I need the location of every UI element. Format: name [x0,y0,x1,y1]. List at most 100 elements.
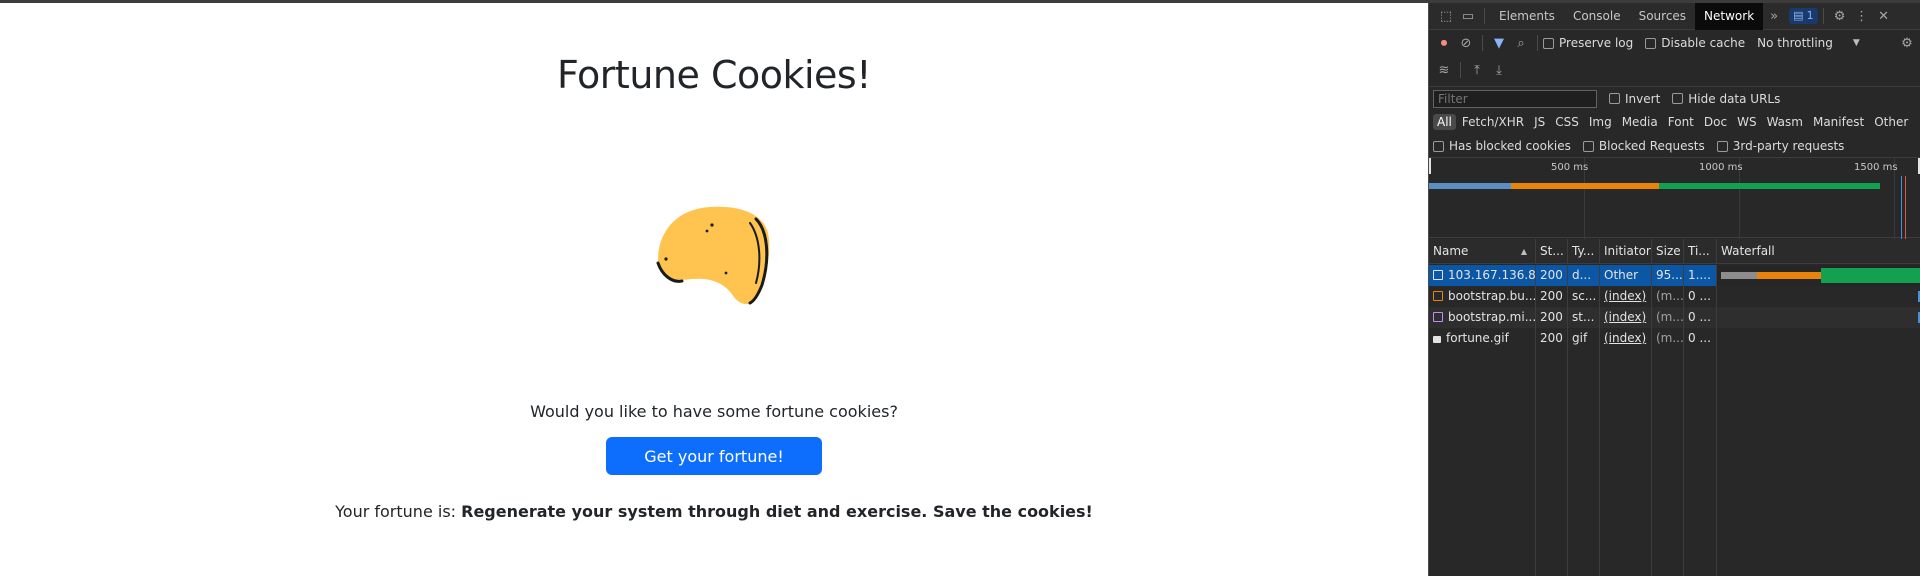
stylesheet-icon [1433,312,1443,322]
request-initiator[interactable]: (index) [1600,286,1652,307]
request-type: gif [1568,328,1600,349]
divider [1537,35,1538,51]
third-party-requests-checkbox[interactable]: 3rd-party requests [1716,139,1845,153]
fortune-result: Your fortune is: Regenerate your system … [0,502,1428,521]
checkbox-box [1543,37,1554,49]
type-filter-wasm[interactable]: Wasm [1763,114,1807,130]
column-status[interactable]: St... [1536,239,1568,263]
fortune-text: Regenerate your system through diet and … [461,502,1093,521]
more-options-icon[interactable]: ⋮ [1851,6,1873,26]
devtools-panel: ⬚ ▭ Elements Console Sources Network » ▤… [1428,2,1920,576]
sort-asc-icon: ▲ [1520,247,1527,256]
script-icon [1433,291,1443,301]
tab-sources[interactable]: Sources [1630,3,1695,30]
overview-bar-download [1659,183,1880,189]
third-party-requests-label: 3rd-party requests [1732,139,1845,153]
initiator-link[interactable]: (index) [1604,331,1646,345]
table-row[interactable]: fortune.gif 200 gif (index) (m... 0 ... [1429,328,1920,349]
divider [1460,62,1461,78]
network-conditions-icon[interactable]: ≋ [1433,60,1455,80]
checkbox-box [1433,140,1444,152]
device-toolbar-icon[interactable]: ▭ [1457,6,1479,26]
filter-input[interactable] [1433,89,1597,108]
table-row[interactable]: bootstrap.bu... 200 sc... (index) (m... … [1429,286,1920,307]
type-filter-media[interactable]: Media [1618,114,1662,130]
disable-cache-checkbox[interactable]: Disable cache [1645,36,1745,50]
type-filter-other[interactable]: Other [1870,114,1912,130]
record-stop-icon[interactable]: ⏺ [1433,33,1455,53]
network-settings-icon[interactable]: ⚙ [1896,33,1918,53]
type-filter-fetch-xhr[interactable]: Fetch/XHR [1458,114,1528,130]
column-initiator[interactable]: Initiator [1600,239,1652,263]
waterfall-bar-ttfb [1757,272,1821,279]
column-time[interactable]: Ti... [1684,239,1717,263]
initiator-link[interactable]: (index) [1604,310,1646,324]
blocked-requests-label: Blocked Requests [1598,139,1705,153]
column-size[interactable]: Size [1652,239,1684,263]
has-blocked-cookies-checkbox[interactable]: Has blocked cookies [1433,139,1571,153]
type-filter-img[interactable]: Img [1585,114,1616,130]
throttling-select[interactable]: No throttling ▼ [1757,36,1860,50]
fortune-prefix: Your fortune is: [335,502,462,521]
invert-checkbox[interactable]: Invert [1609,92,1660,106]
blocked-requests-checkbox[interactable]: Blocked Requests [1582,139,1705,153]
network-overview[interactable]: 500 ms 1000 ms 1500 ms [1429,157,1920,239]
request-waterfall [1717,328,1920,349]
close-icon[interactable]: ✕ [1873,6,1895,26]
type-filter-font[interactable]: Font [1664,114,1698,130]
preserve-log-checkbox[interactable]: Preserve log [1543,36,1633,50]
request-name-cell: bootstrap.bu... [1429,286,1536,307]
column-waterfall[interactable]: Waterfall [1717,239,1920,263]
request-time: 1.... [1684,265,1717,286]
initiator-link[interactable]: (index) [1604,289,1646,303]
request-size: (m... [1652,328,1684,349]
disable-cache-label: Disable cache [1661,36,1746,50]
hide-data-urls-checkbox[interactable]: Hide data URLs [1672,92,1780,106]
overview-bar-waiting [1429,183,1511,189]
request-status: 200 [1536,307,1568,328]
overview-bar-ttfb [1511,183,1659,189]
checkbox-box [1645,37,1657,49]
table-row[interactable]: 103.167.136.89 200 d... Other 95... 1...… [1429,265,1920,286]
resource-type-filters: All Fetch/XHR JS CSS Img Media Font Doc … [1429,111,1920,133]
divider [1484,8,1485,24]
request-name: fortune.gif [1446,331,1509,345]
export-har-icon[interactable]: ⤓ [1488,60,1510,80]
more-tabs-icon[interactable]: » [1763,6,1785,26]
request-waterfall [1717,265,1920,286]
request-initiator[interactable]: (index) [1600,307,1652,328]
type-filter-all[interactable]: All [1433,114,1456,130]
settings-gear-icon[interactable]: ⚙ [1829,6,1851,26]
type-filter-js[interactable]: JS [1530,114,1549,130]
web-page: Fortune Cookies! Would you like to have … [0,3,1428,576]
overview-tick: 500 ms [1551,162,1589,173]
request-name: bootstrap.mi... [1448,310,1536,324]
filter-icon[interactable]: ▼ [1488,33,1510,53]
table-row[interactable]: bootstrap.mi... 200 st... (index) (m... … [1429,307,1920,328]
blocked-filters: Has blocked cookies Blocked Requests 3rd… [1429,135,1920,157]
request-waterfall [1717,286,1920,307]
tab-console[interactable]: Console [1564,3,1630,30]
request-initiator[interactable]: (index) [1600,328,1652,349]
tab-elements[interactable]: Elements [1490,3,1564,30]
waterfall-bar-waiting [1721,272,1757,279]
inspect-element-icon[interactable]: ⬚ [1435,6,1457,26]
request-status: 200 [1536,328,1568,349]
column-name[interactable]: Name ▲ [1429,239,1536,263]
import-har-icon[interactable]: ⤒ [1466,60,1488,80]
clear-icon[interactable]: ⊘ [1455,33,1477,53]
type-filter-ws[interactable]: WS [1733,114,1760,130]
type-filter-css[interactable]: CSS [1551,114,1583,130]
document-icon [1433,270,1443,280]
type-filter-manifest[interactable]: Manifest [1809,114,1868,130]
search-icon[interactable]: ⌕ [1510,33,1532,53]
get-fortune-button[interactable]: Get your fortune! [606,437,822,475]
request-time: 0 ... [1684,307,1717,328]
type-filter-doc[interactable]: Doc [1700,114,1731,130]
issues-badge[interactable]: ▤ 1 [1789,8,1818,24]
overview-handle-left[interactable] [1429,158,1431,174]
preserve-log-label: Preserve log [1559,36,1634,50]
column-type[interactable]: Ty... [1568,239,1600,263]
image-icon [1433,336,1441,343]
tab-network[interactable]: Network [1695,2,1764,30]
